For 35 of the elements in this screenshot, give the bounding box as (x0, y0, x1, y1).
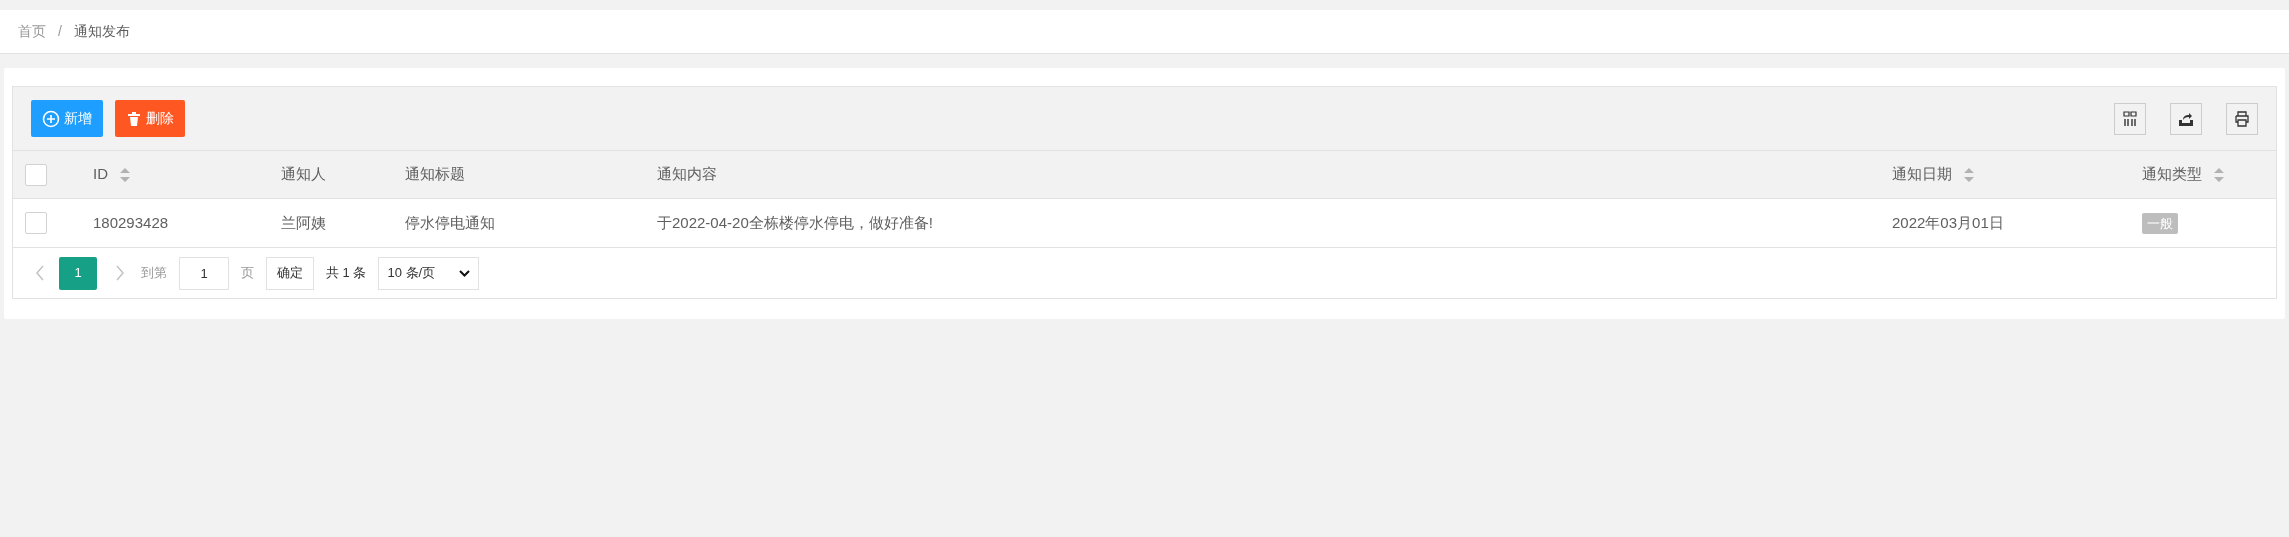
sort-icon[interactable] (1964, 166, 1974, 183)
page-unit: 页 (241, 264, 254, 283)
checkbox[interactable] (25, 163, 47, 186)
table-cell: 停水停电通知 (405, 213, 495, 231)
column-header: 通知日期 (1892, 164, 1952, 185)
sort-icon[interactable] (2214, 166, 2224, 183)
page-input[interactable]: 1 (179, 256, 229, 290)
confirm-button[interactable]: 确定 (266, 256, 314, 290)
column-header: 通知标题 (405, 164, 465, 185)
table-cell: 2022年03月01日 (1892, 213, 2004, 231)
table-cell: 180293428 (93, 213, 169, 231)
plus-circle-icon (42, 109, 60, 128)
table-cell: 兰阿姨 (281, 213, 326, 231)
column-header: 通知内容 (657, 164, 717, 185)
chevron-down-icon (459, 269, 471, 277)
table-cell: 于2022-04-20全栋楼停水停电，做好准备! (657, 213, 933, 231)
columns-button[interactable] (2114, 102, 2146, 135)
checkbox[interactable] (25, 212, 47, 234)
column-header: 通知人 (281, 164, 326, 185)
breadcrumb-separator: / (58, 22, 62, 41)
next-icon[interactable] (115, 265, 125, 281)
sort-icon[interactable] (120, 166, 130, 183)
previous-icon[interactable] (35, 265, 45, 281)
breadcrumb-link[interactable]: 通知发布 (73, 21, 130, 42)
export-button[interactable] (2170, 102, 2202, 135)
column-header: 通知类型 (2142, 164, 2202, 185)
grid-icon (2123, 110, 2137, 127)
column-header: ID (93, 164, 108, 185)
goto-label: 到第 (141, 264, 167, 283)
print-button[interactable] (2226, 102, 2258, 135)
total-count: 共 1 条 (326, 264, 367, 283)
page-size-select[interactable]: 10 条/页 (378, 256, 480, 290)
printer-icon (2234, 110, 2250, 127)
export-icon (2178, 110, 2194, 127)
trash-icon (126, 110, 142, 127)
